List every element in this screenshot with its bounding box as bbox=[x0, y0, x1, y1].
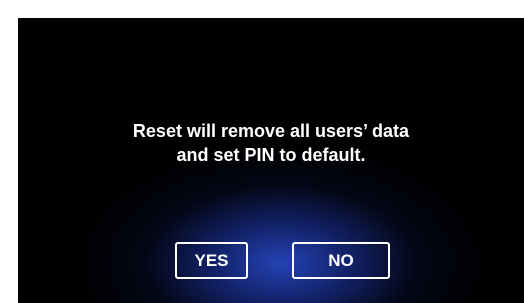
screenshot-frame: Reset will remove all users’ data and se… bbox=[0, 0, 524, 303]
no-button[interactable]: NO bbox=[292, 242, 390, 279]
reset-confirmation-dialog: Reset will remove all users’ data and se… bbox=[18, 18, 524, 303]
message-line-1: Reset will remove all users’ data bbox=[132, 121, 410, 141]
message-line-2: and set PIN to default. bbox=[176, 145, 366, 165]
yes-button[interactable]: YES bbox=[175, 242, 248, 279]
reset-warning-message: Reset will remove all users’ data and se… bbox=[18, 119, 524, 167]
